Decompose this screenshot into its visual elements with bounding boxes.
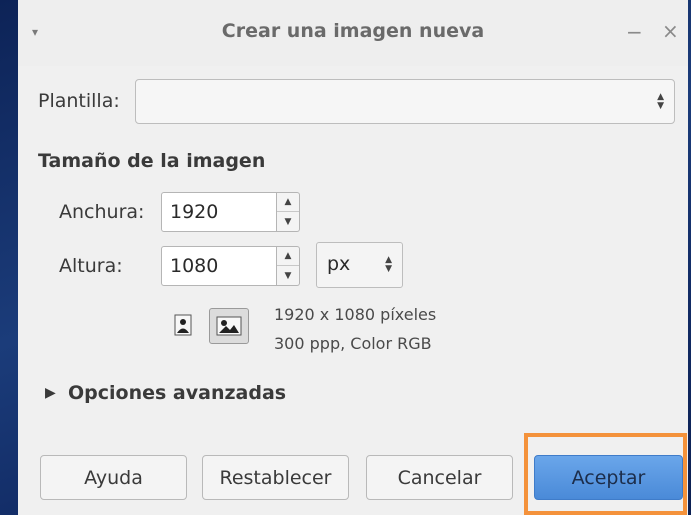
height-label: Altura:: [59, 255, 123, 277]
width-stepper[interactable]: ▲ ▼: [277, 192, 300, 232]
advanced-options-expander[interactable]: Opciones avanzadas: [68, 382, 286, 404]
portrait-orientation-button[interactable]: [170, 312, 196, 338]
expander-arrow-icon[interactable]: ▶: [45, 385, 56, 401]
increment-icon[interactable]: ▲: [277, 247, 299, 266]
dialog-titlebar[interactable]: ▾ Crear una imagen nueva − ×: [18, 0, 688, 66]
unit-select[interactable]: px ▲ ▼: [316, 242, 403, 288]
decrement-icon[interactable]: ▼: [277, 266, 299, 285]
portrait-icon: [174, 314, 192, 336]
landscape-orientation-button[interactable]: [209, 308, 249, 344]
ok-button[interactable]: Aceptar: [534, 455, 683, 500]
image-dimensions-info: 1920 x 1080 píxeles: [274, 305, 437, 324]
decrement-icon[interactable]: ▼: [277, 212, 299, 231]
new-image-dialog: ▾ Crear una imagen nueva − × Plantilla: …: [18, 0, 688, 515]
image-resolution-info: 300 ppp, Color RGB: [274, 334, 432, 353]
image-size-heading: Tamaño de la imagen: [38, 150, 266, 172]
width-label: Anchura:: [59, 201, 145, 223]
help-button[interactable]: Ayuda: [40, 455, 187, 500]
template-select[interactable]: ▲ ▼: [135, 79, 675, 124]
select-arrows-icon: ▲ ▼: [657, 91, 664, 111]
height-input[interactable]: 1080: [161, 246, 277, 286]
reset-button[interactable]: Restablecer: [202, 455, 349, 500]
close-icon[interactable]: ×: [662, 21, 679, 41]
landscape-icon: [216, 316, 242, 336]
select-arrows-icon: ▲ ▼: [385, 255, 392, 274]
increment-icon[interactable]: ▲: [277, 193, 299, 212]
dialog-title: Crear una imagen nueva: [221, 20, 485, 42]
width-input[interactable]: 1920: [161, 192, 277, 232]
cancel-button[interactable]: Cancelar: [366, 455, 513, 500]
template-label: Plantilla:: [38, 90, 120, 112]
height-stepper[interactable]: ▲ ▼: [277, 246, 300, 286]
minimize-icon[interactable]: −: [626, 22, 643, 42]
unit-value: px: [327, 253, 351, 275]
